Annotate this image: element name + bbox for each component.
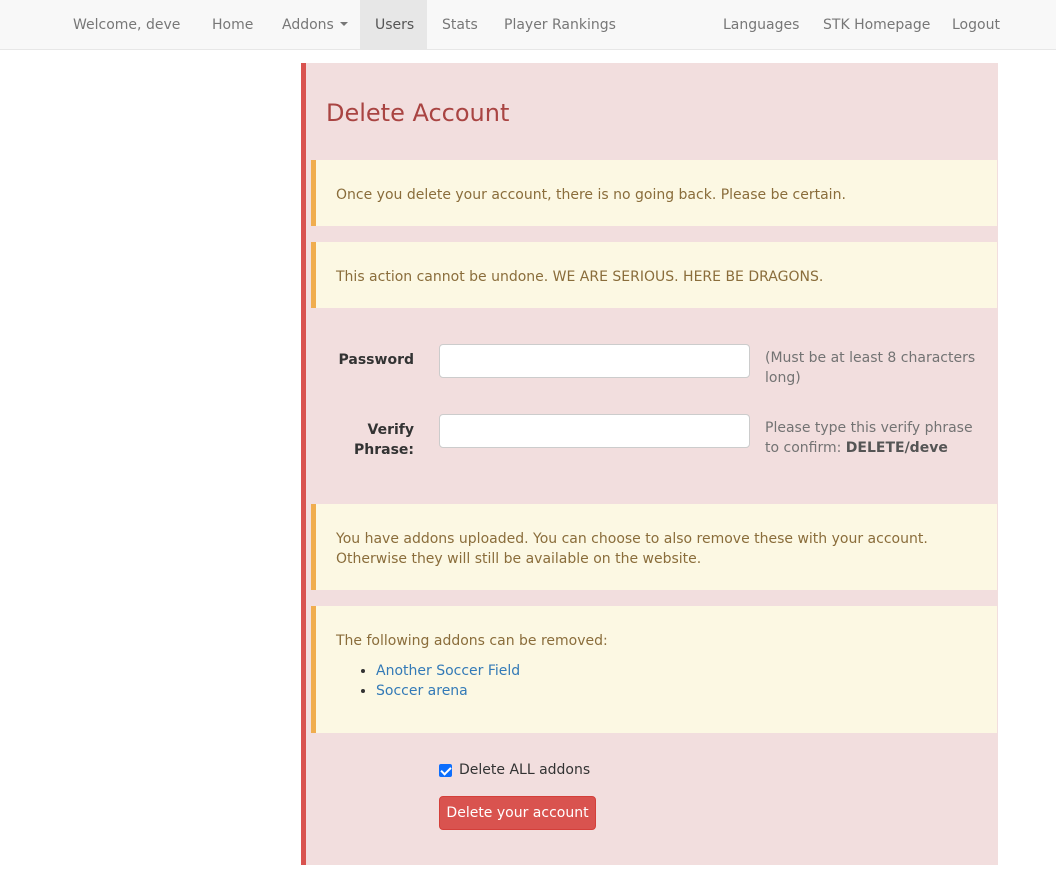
password-help: (Must be at least 8 characters long) [765,350,976,386]
addon-link[interactable]: Another Soccer Field [376,663,520,679]
removable-addons-heading: The following addons can be removed: [336,633,608,649]
addons-notice-line: You have addons uploaded. You can choose… [336,531,928,547]
delete-account-panel: Delete Account Once you delete your acco… [301,63,998,865]
page-title: Delete Account [326,99,510,127]
nav-languages[interactable]: Languages [723,0,799,50]
nav-addons-label: Addons [282,17,334,33]
nav-home[interactable]: Home [212,0,253,50]
nav-addons-dropdown[interactable]: Addons [282,0,348,50]
nav-logout[interactable]: Logout [952,0,1000,50]
nav-stk-homepage[interactable]: STK Homepage [823,0,930,50]
addons-notice-alert: You have addons uploaded. You can choose… [311,504,997,590]
password-input[interactable] [439,344,750,378]
addons-notice-line: Otherwise they will still be available o… [336,551,702,567]
nav-users[interactable]: Users [375,0,414,50]
verify-phrase-help: Please type this verify phrase to confir… [765,418,985,458]
top-navbar: Welcome, deve Home Addons Users Stats Pl… [0,0,1056,50]
addons-notice-text: You have addons uploaded. You can choose… [336,529,928,569]
verify-phrase-label: Verify Phrase: [353,422,414,458]
nav-player-rankings[interactable]: Player Rankings [504,0,616,50]
verify-phrase-value: DELETE/deve [845,440,948,456]
welcome-text: Welcome, deve [73,17,181,33]
delete-account-button[interactable]: Delete your account [439,796,596,830]
password-label: Password [338,352,414,368]
list-item: Another Soccer Field [376,661,520,681]
delete-all-addons-checkbox[interactable] [439,764,452,777]
nav-stats[interactable]: Stats [442,0,478,50]
warning-text: Once you delete your account, there is n… [336,187,846,203]
warning-text: This action cannot be undone. WE ARE SER… [336,269,824,285]
addon-link[interactable]: Soccer arena [376,683,468,699]
warning-alert-no-going-back: Once you delete your account, there is n… [311,160,997,226]
removable-addons-list: Another Soccer Field Soccer arena [336,661,520,701]
removable-addons-alert: The following addons can be removed: Ano… [311,606,997,733]
list-item: Soccer arena [376,681,520,701]
caret-down-icon [339,22,348,26]
verify-phrase-input[interactable] [439,414,750,448]
warning-alert-cannot-undo: This action cannot be undone. WE ARE SER… [311,242,997,308]
delete-all-addons-label[interactable]: Delete ALL addons [459,760,590,780]
